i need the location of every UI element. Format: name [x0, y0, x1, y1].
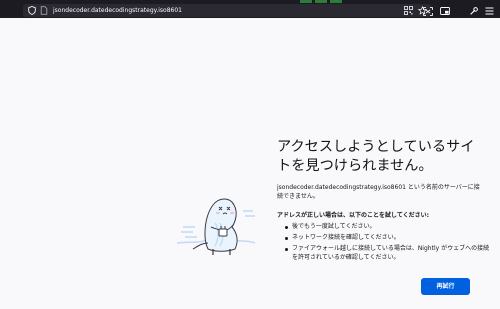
shield-icon[interactable]	[28, 6, 36, 15]
screenshot-icon[interactable]	[423, 7, 433, 16]
url-text[interactable]: jsondecoder.datedecodingstrategy.iso8601	[53, 4, 182, 17]
retry-button[interactable]: 再試行	[421, 278, 470, 295]
advice-item: ファイアウォール越しに接続している場合は、Nightly がウェブへの接続を許可…	[285, 245, 493, 262]
advice-item: 後でもう一度試してください。	[285, 223, 493, 232]
error-description: jsondecoder.datedecodingstrategy.iso8601…	[277, 184, 480, 200]
page-title: アクセスしようとしているサイトを見つけられません。	[277, 139, 475, 174]
address-bar[interactable]: jsondecoder.datedecodingstrategy.iso8601	[23, 4, 431, 17]
qr-code-icon[interactable]	[404, 6, 413, 15]
url-host: jsondecoder.	[53, 7, 92, 14]
advice-heading: アドレスが正しい場合は、以下のことを試してください:	[277, 212, 430, 219]
picture-in-picture-icon[interactable]	[440, 7, 450, 15]
page-icon[interactable]	[40, 6, 48, 15]
hamburger-menu-icon[interactable]	[485, 7, 494, 15]
wrench-icon[interactable]	[470, 7, 478, 15]
broken-connection-dinosaur-illustration	[176, 198, 256, 255]
advice-item: ネットワーク接続を確認してください。	[285, 234, 493, 243]
browser-toolbar: jsondecoder.datedecodingstrategy.iso8601	[0, 3, 500, 18]
url-rest: datedecodingstrategy.iso8601	[91, 7, 182, 14]
advice-list: 後でもう一度試してください。 ネットワーク接続を確認してください。 ファイアウォ…	[285, 223, 493, 265]
